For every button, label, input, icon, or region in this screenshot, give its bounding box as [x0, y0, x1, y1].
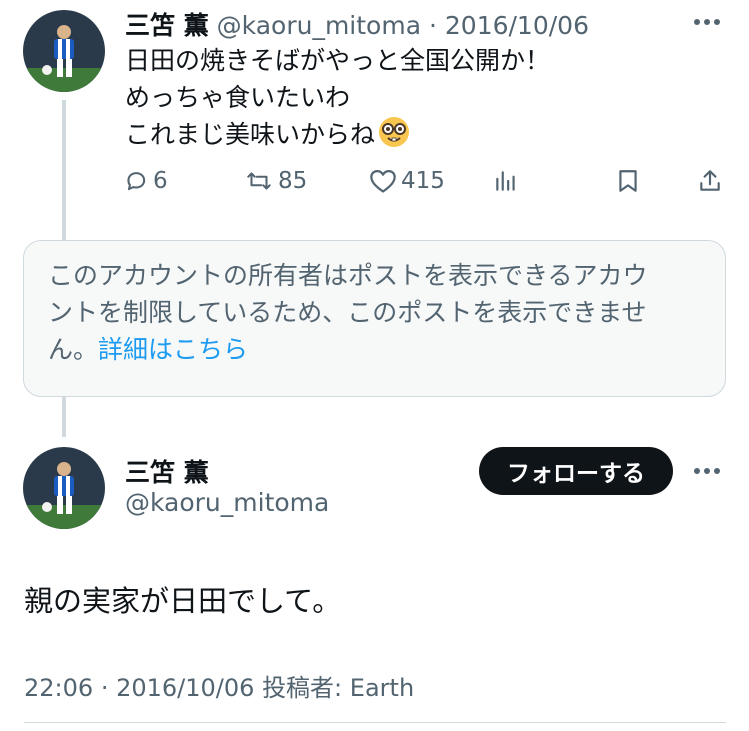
reply-count: 6 — [153, 168, 168, 194]
notice-text: ントを制限しているため、このポストを表示できませ — [48, 298, 647, 327]
views-button[interactable] — [493, 163, 519, 199]
bookmark-button[interactable] — [616, 163, 640, 199]
share-icon — [700, 170, 720, 191]
separator: · — [428, 11, 437, 40]
share-button[interactable] — [697, 163, 723, 199]
post-text-line: めっちゃ食いたいわ — [125, 83, 351, 112]
notice-text: ん。詳細はこちら — [48, 335, 249, 364]
post-text-line: 日田の焼きそばがやっと全国公開か！ — [125, 46, 551, 75]
repost-button[interactable]: 85 — [244, 163, 307, 199]
notice-text: このアカウントの所有者はポストを表示できるアカウ — [48, 261, 648, 290]
post-time[interactable]: 22:06 — [24, 674, 93, 702]
reply-icon — [127, 172, 146, 191]
post-header: 三笘 薫 @kaoru_mitoma · 2016/10/06 — [125, 6, 589, 42]
nerd-face-emoji — [379, 117, 410, 147]
post-text: 親の実家が日田でして。 — [24, 584, 342, 618]
client-name[interactable]: Earth — [350, 674, 414, 702]
bookmark-icon — [619, 170, 637, 192]
posted-by-label: 投稿者: — [262, 674, 343, 702]
restricted-notice: このアカウントの所有者はポストを表示できるアカウ ントを制限しているため、このポ… — [23, 240, 726, 397]
avatar[interactable] — [23, 447, 105, 529]
separator: · — [100, 674, 109, 702]
display-name[interactable]: 三笘 薫 — [125, 453, 209, 489]
more-icon[interactable] — [693, 18, 721, 26]
reply-button[interactable]: 6 — [123, 163, 168, 199]
avatar[interactable] — [23, 10, 105, 92]
like-icon — [370, 169, 396, 193]
post-text-line: これまじ美味いからね — [125, 116, 550, 153]
views-icon — [496, 171, 515, 191]
repost-count: 85 — [278, 168, 308, 194]
thread-line — [62, 397, 66, 437]
display-name[interactable]: 三笘 薫 — [125, 11, 209, 40]
repost-icon — [247, 172, 271, 190]
like-count: 415 — [401, 168, 445, 194]
post-date[interactable]: 2016/10/06 — [116, 674, 254, 702]
learn-more-link[interactable]: 詳細はこちら — [98, 335, 248, 364]
divider — [24, 722, 726, 723]
post-date[interactable]: 2016/10/06 — [445, 11, 589, 40]
more-icon[interactable] — [693, 467, 721, 475]
follow-button[interactable]: フォローする — [479, 447, 673, 495]
post-text: 日田の焼きそばがやっと全国公開か！ めっちゃ食いたいわ これまじ美味いからね — [125, 42, 550, 153]
action-bar: 6 85 415 — [0, 163, 749, 199]
user-handle[interactable]: @kaoru_mitoma — [125, 488, 329, 517]
post-meta: 22:06 · 2016/10/06 投稿者: Earth — [24, 668, 414, 703]
user-handle[interactable]: @kaoru_mitoma — [217, 11, 421, 40]
like-button[interactable]: 415 — [369, 163, 445, 199]
